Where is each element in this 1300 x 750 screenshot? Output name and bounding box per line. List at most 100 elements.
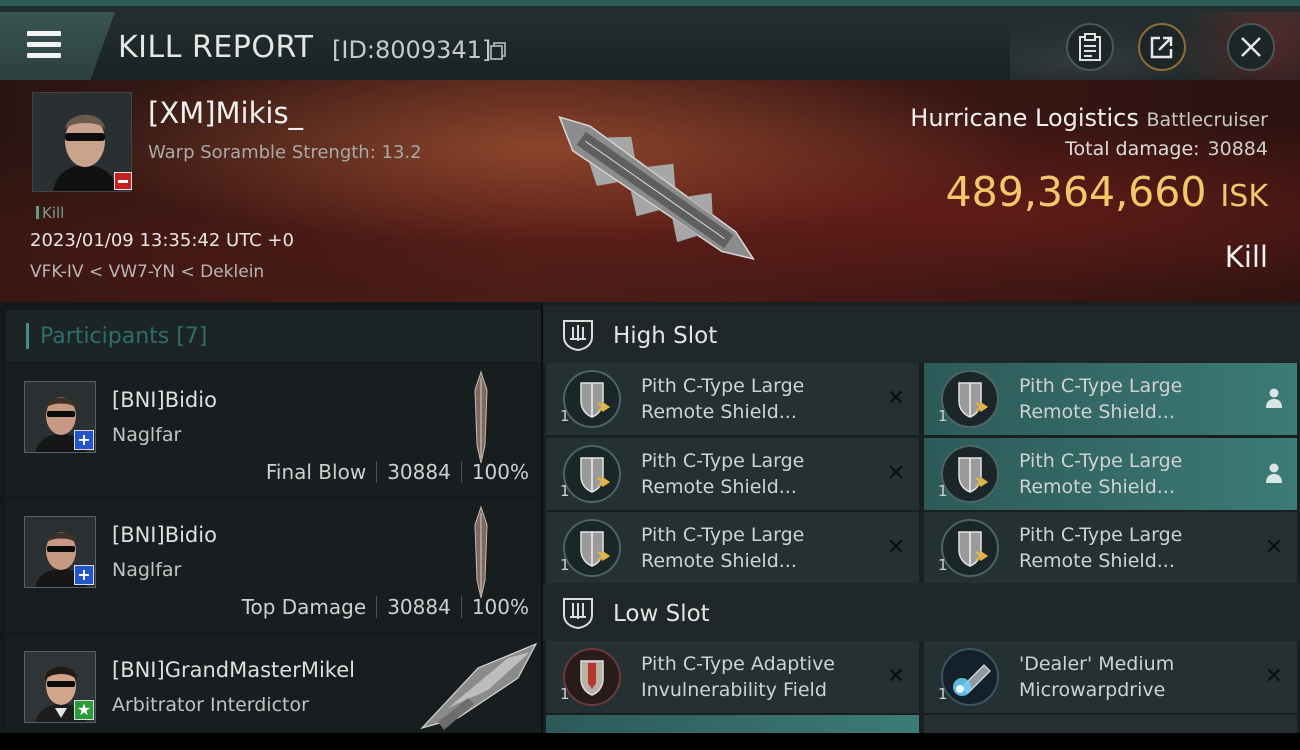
isk-amount: 489,364,660 [945,168,1207,216]
remote-shield-icon [563,445,621,503]
participant-stats: Top Damage 30884 100% [242,595,529,619]
module-item[interactable]: 1 Pith C-Type Adaptive Invulnerability Fi… [546,641,919,713]
x-icon: ✕ [886,460,906,486]
plus-badge: + [74,565,94,585]
module-name-line2: Remote Shield... [641,476,797,498]
total-damage-value: 30884 [1207,138,1268,160]
module-name: Pith C-Type Large Remote Shield... [1019,373,1182,425]
module-name-line1: Pith C-Type Large [1019,524,1183,546]
module-name-line1: Pith C-Type Large [641,450,805,472]
module-name: Pith C-Type Large Remote Shield... [641,373,804,425]
invulnerability-field-icon [563,648,621,706]
module-name: Pith C-Type Large Remote Shield... [1019,448,1182,500]
participant-row[interactable]: + [BNI]Bidio Naglfar Top Damage 30884 100% [6,499,541,632]
person-icon [1266,463,1282,483]
remote-shield-icon [941,370,999,428]
module-item[interactable]: 1 'Dealer' Medium Microwarpdrive ✕ [924,641,1297,713]
module-item[interactable]: 1 Pith C-Type Large Remote Shield... ✕ [546,512,919,584]
total-damage: Total damage: 30884 [1065,138,1268,160]
participants-header[interactable]: Participants [7] [6,310,541,362]
module-name-line2: Remote Shield... [641,401,797,423]
kill-result: Kill [1224,240,1268,274]
microwarpdrive-icon [941,648,999,706]
participants-title: Participants [7] [40,324,208,349]
module-item[interactable]: 1 Pith C-Type Large Remote Shield... ✕ [546,438,919,510]
copy-icon[interactable] [490,42,506,60]
warp-scramble-strength: Warp Soramble Strength: 13.2 [148,142,422,163]
x-icon: ✕ [886,385,906,411]
participants-panel: Participants [7] + [BNI]Bidio Naglfar Fi… [0,302,541,750]
x-icon: ✕ [1264,534,1284,560]
module-item-partial[interactable] [546,715,919,735]
module-quantity: 1 [560,482,570,500]
page-title: KILL REPORT [118,30,314,65]
plus-badge: + [74,430,94,450]
participant-ship: Naglfar [112,559,182,581]
participant-stats: Final Blow 30884 100% [266,460,529,484]
module-quantity: 1 [560,556,570,574]
module-name: Pith C-Type Large Remote Shield... [1019,522,1182,574]
module-name-line2: Microwarpdrive [1019,679,1166,701]
participant-ship: Arbitrator Interdictor [112,694,309,716]
module-item-partial[interactable] [924,715,1297,735]
module-name: Pith C-Type Adaptive Invulnerability Fiel… [641,651,835,703]
victim-ship-image[interactable] [525,90,785,290]
victim-ship[interactable]: Hurricane Logistics Battlecruiser [910,104,1268,132]
x-icon: ✕ [886,663,906,689]
x-icon: ✕ [886,534,906,560]
participant-name: [BNI]Bidio [112,388,217,412]
module-quantity: 1 [560,407,570,425]
victim-ship-name: Hurricane Logistics [910,104,1139,132]
menu-button[interactable] [0,12,115,82]
module-name-line1: Pith C-Type Adaptive [641,653,835,675]
kill-location[interactable]: VFK-IV < VW7-YN < Deklein [30,262,264,282]
participant-ship-image [474,505,488,599]
module-quantity: 1 [938,407,948,425]
remote-shield-icon [941,445,999,503]
close-button[interactable] [1227,23,1275,71]
share-button[interactable] [1138,23,1186,71]
person-icon [1266,388,1282,408]
module-quantity: 1 [938,482,948,500]
module-item[interactable]: 1 Pith C-Type Large Remote Shield... ✕ [924,512,1297,584]
participant-role: Final Blow [265,460,367,484]
module-item[interactable]: 1 Pith C-Type Large Remote Shield... [924,363,1297,435]
isk-unit: ISK [1220,179,1268,214]
kill-summary: [XM]Mikis_ Warp Soramble Strength: 13.2 … [0,80,1300,302]
top-bar: KILL REPORT [ID:8009341] [0,0,1300,86]
participant-role: Top Damage [241,595,367,619]
kill-tag: Kill [36,204,64,222]
module-item[interactable]: 1 Pith C-Type Large Remote Shield... ✕ [546,363,919,435]
participant-ship-image [420,642,538,730]
participant-damage: 30884 [387,595,451,619]
victim-ship-class: Battlecruiser [1146,109,1268,131]
module-name-line2: Remote Shield... [1019,550,1175,572]
star-badge: ★ [74,700,94,720]
kill-datetime: 2023/01/09 13:35:42 UTC +0 [30,230,294,251]
remote-shield-icon [941,519,999,577]
participant-percent: 100% [471,595,529,619]
remote-shield-icon [563,519,621,577]
remote-shield-icon [563,370,621,428]
report-id: [ID:8009341] [332,36,492,64]
low-slot-title: Low Slot [613,601,710,627]
hostile-badge [114,172,132,190]
module-quantity: 1 [560,685,570,703]
total-damage-label: Total damage: [1065,138,1200,160]
module-name-line2: Invulnerability Field [641,679,827,701]
module-name-line1: Pith C-Type Large [641,375,805,397]
module-name-line1: Pith C-Type Large [1019,375,1183,397]
module-item[interactable]: 1 Pith C-Type Large Remote Shield... [924,438,1297,510]
low-slot-icon [563,598,593,629]
module-name: 'Dealer' Medium Microwarpdrive [1019,651,1174,703]
participant-percent: 100% [471,460,529,484]
participant-row[interactable]: + [BNI]Bidio Naglfar Final Blow 30884 100% [6,364,541,497]
victim-name[interactable]: [XM]Mikis_ [148,96,303,130]
high-slot-title: High Slot [613,323,718,349]
clipboard-button[interactable] [1066,23,1114,71]
module-name-line2: Remote Shield... [1019,401,1175,423]
bottom-edge [0,733,1300,750]
module-name-line1: 'Dealer' Medium [1019,653,1175,675]
participant-name: [BNI]GrandMasterMikel [112,658,355,682]
module-name: Pith C-Type Large Remote Shield... [641,448,804,500]
